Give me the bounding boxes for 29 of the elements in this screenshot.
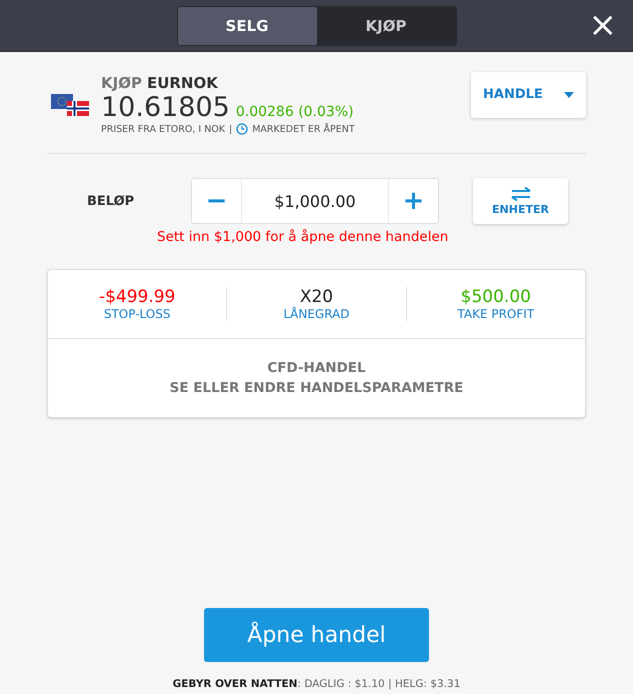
- decrease-button[interactable]: −: [191, 178, 241, 224]
- trade-direction: KJØP: [101, 74, 142, 92]
- instrument-symbol: EURNOK: [146, 74, 218, 92]
- overnight-fees: GEBYR OVER NATTEN: DAGLIG : $1.10 | HELG: $3.31: [172, 678, 460, 690]
- currency-flags-icon: [51, 92, 91, 116]
- trade-dropdown[interactable]: HANDLE: [471, 72, 586, 118]
- stat-value: $500.00: [460, 287, 531, 307]
- stat-value: X20: [300, 287, 334, 307]
- trade-parameters-button[interactable]: CFD-HANDEL SE ELLER ENDRE HANDELSPARAMETRE: [48, 339, 585, 417]
- side-tab[interactable]: SELG: [178, 6, 316, 44]
- stat-link[interactable]: STOP-LOSS: [104, 307, 170, 321]
- close-button[interactable]: ×: [584, 6, 621, 44]
- amount-label: BELØP: [86, 194, 136, 208]
- price-source: PRISER FRA ETORO, I NOK: [101, 124, 226, 134]
- separator: |: [229, 124, 232, 134]
- stat-link[interactable]: TAKE PROFIT: [457, 307, 534, 321]
- clock-icon: [236, 123, 248, 135]
- open-trade-button[interactable]: Åpne handel: [204, 608, 429, 662]
- units-button[interactable]: ENHETER: [473, 178, 568, 224]
- swap-icon: [510, 186, 532, 200]
- price: 10.61805: [101, 92, 230, 123]
- increase-button[interactable]: +: [389, 178, 439, 224]
- error-message: Sett inn $1,000 for å åpne denne handelen: [157, 229, 450, 245]
- stat-value: -$499.99: [98, 287, 176, 307]
- price-change: 0.00286 (0.03%): [236, 104, 354, 120]
- stat-link[interactable]: LÅNEGRAD: [283, 307, 350, 321]
- caret-icon: [564, 92, 574, 98]
- market-status: MARKEDET ER ÅPENT: [252, 124, 355, 134]
- amount-field[interactable]: $1,000.00: [241, 178, 389, 224]
